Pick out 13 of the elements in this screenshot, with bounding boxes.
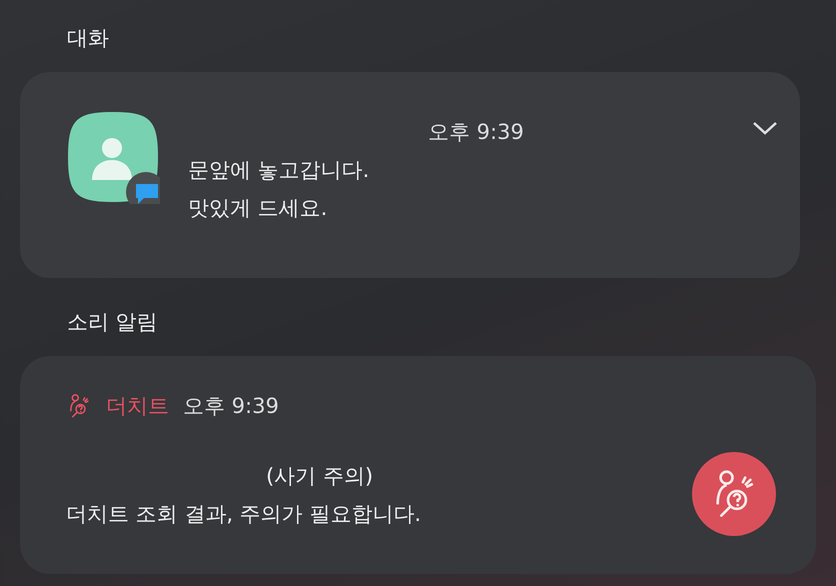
contact-avatar-icon (66, 110, 160, 204)
timestamp: 오후 9:39 (183, 393, 279, 420)
message-text: 문앞에 놓고갑니다. (188, 157, 370, 184)
section-title: 소리 알림 (67, 310, 158, 334)
chevron-down-icon[interactable] (752, 120, 778, 136)
message-text: 맛있게 드세요. (188, 195, 328, 222)
section-title: 대화 (67, 26, 109, 50)
alert-title: (사기 주의) (266, 463, 374, 490)
timestamp: 오후 9:39 (428, 119, 524, 146)
notification-card[interactable]: 오후 9:39 문앞에 놓고갑니다. 맛있게 드세요. (20, 72, 800, 278)
alert-message: 더치트 조회 결과, 주의가 필요합니다. (66, 501, 422, 528)
notification-card[interactable]: 더치트 오후 9:39 (사기 주의) 더치트 조회 결과, 주의가 필요합니다. (20, 356, 816, 574)
app-name: 더치트 (106, 393, 169, 420)
